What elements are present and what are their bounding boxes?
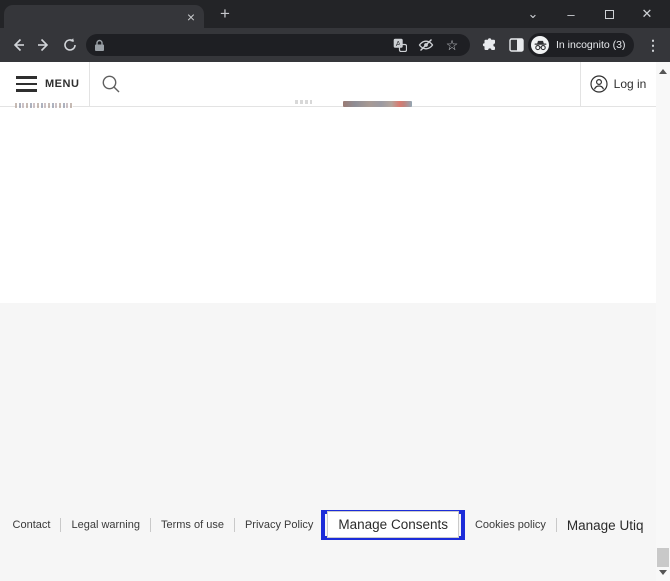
login-button[interactable]: Log in: [580, 62, 656, 106]
minimize-button[interactable]: –: [552, 0, 590, 28]
tab-search-chevron-icon[interactable]: ⌄: [514, 0, 552, 28]
footer-link-contact[interactable]: Contact: [13, 519, 51, 531]
forward-button[interactable]: [31, 32, 57, 58]
extensions-button[interactable]: [479, 34, 501, 56]
arrow-up-icon: [659, 69, 667, 74]
incognito-avatar: [531, 36, 549, 54]
arrow-down-icon: [659, 570, 667, 575]
scrolled-content-text-sliver: [15, 103, 73, 108]
menu-label: MENU: [45, 78, 79, 90]
incognito-badge[interactable]: In incognito (3): [528, 33, 634, 57]
footer-separator: [60, 518, 61, 532]
translate-icon: A: [393, 38, 407, 52]
scrolled-content-marks-sliver: [295, 100, 312, 104]
menu-button[interactable]: MENU: [0, 62, 89, 106]
search-icon: [101, 74, 121, 94]
eye-off-button[interactable]: [416, 35, 436, 55]
incognito-icon: [534, 40, 547, 51]
footer-link-manage-utiq[interactable]: Manage Utiq: [567, 518, 644, 533]
side-panel-icon: [509, 38, 524, 52]
footer-link-privacy-policy[interactable]: Privacy Policy: [245, 519, 313, 531]
back-icon: [10, 37, 26, 53]
footer-separator: [150, 518, 151, 532]
scrolled-content-image-sliver: [343, 101, 412, 107]
maximize-button[interactable]: [590, 0, 628, 28]
browser-toolbar: A ☆: [0, 28, 670, 62]
puzzle-icon: [482, 37, 498, 53]
footer-links-row: Contact Legal warning Terms of use Priva…: [0, 503, 656, 547]
address-bar[interactable]: A ☆: [86, 34, 470, 56]
incognito-label: In incognito (3): [556, 39, 625, 51]
search-button[interactable]: [89, 62, 580, 106]
manage-consents-highlight-box: Manage Consents: [321, 510, 465, 540]
reload-button[interactable]: [57, 32, 83, 58]
footer-link-terms-of-use[interactable]: Terms of use: [161, 519, 224, 531]
browser-titlebar: × + ⌄ – ✕: [0, 0, 670, 28]
eye-off-icon: [418, 38, 434, 52]
scrollbar-down-button[interactable]: [656, 565, 670, 579]
footer-separator: [556, 518, 557, 532]
browser-menu-button[interactable]: ⋮: [641, 33, 665, 57]
lock-icon: [94, 39, 105, 52]
back-button[interactable]: [5, 32, 31, 58]
site-header: MENU Log in: [0, 62, 656, 107]
scrollbar-up-button[interactable]: [656, 64, 670, 78]
page-scrollbar[interactable]: [656, 62, 670, 581]
reload-icon: [62, 37, 78, 53]
window-controls: ⌄ – ✕: [514, 0, 666, 28]
bookmark-star-button[interactable]: ☆: [442, 35, 462, 55]
maximize-icon: [605, 10, 614, 19]
translate-button[interactable]: A: [390, 35, 410, 55]
browser-tab[interactable]: ×: [4, 5, 204, 28]
close-window-button[interactable]: ✕: [628, 0, 666, 28]
login-label: Log in: [614, 77, 647, 91]
side-panel-button[interactable]: [505, 34, 527, 56]
footer-link-legal-warning[interactable]: Legal warning: [71, 519, 140, 531]
page-footer-section: Contact Legal warning Terms of use Priva…: [0, 303, 656, 581]
forward-icon: [36, 37, 52, 53]
webpage-viewport: MENU Log in Contact Legal warning: [0, 62, 670, 581]
tab-close-icon[interactable]: ×: [187, 10, 195, 24]
hamburger-icon: [16, 76, 37, 92]
manage-consents-button[interactable]: Manage Consents: [327, 511, 459, 538]
footer-link-cookies-policy[interactable]: Cookies policy: [475, 519, 546, 531]
footer-separator: [234, 518, 235, 532]
user-icon: [590, 75, 608, 93]
new-tab-button[interactable]: +: [214, 3, 236, 25]
